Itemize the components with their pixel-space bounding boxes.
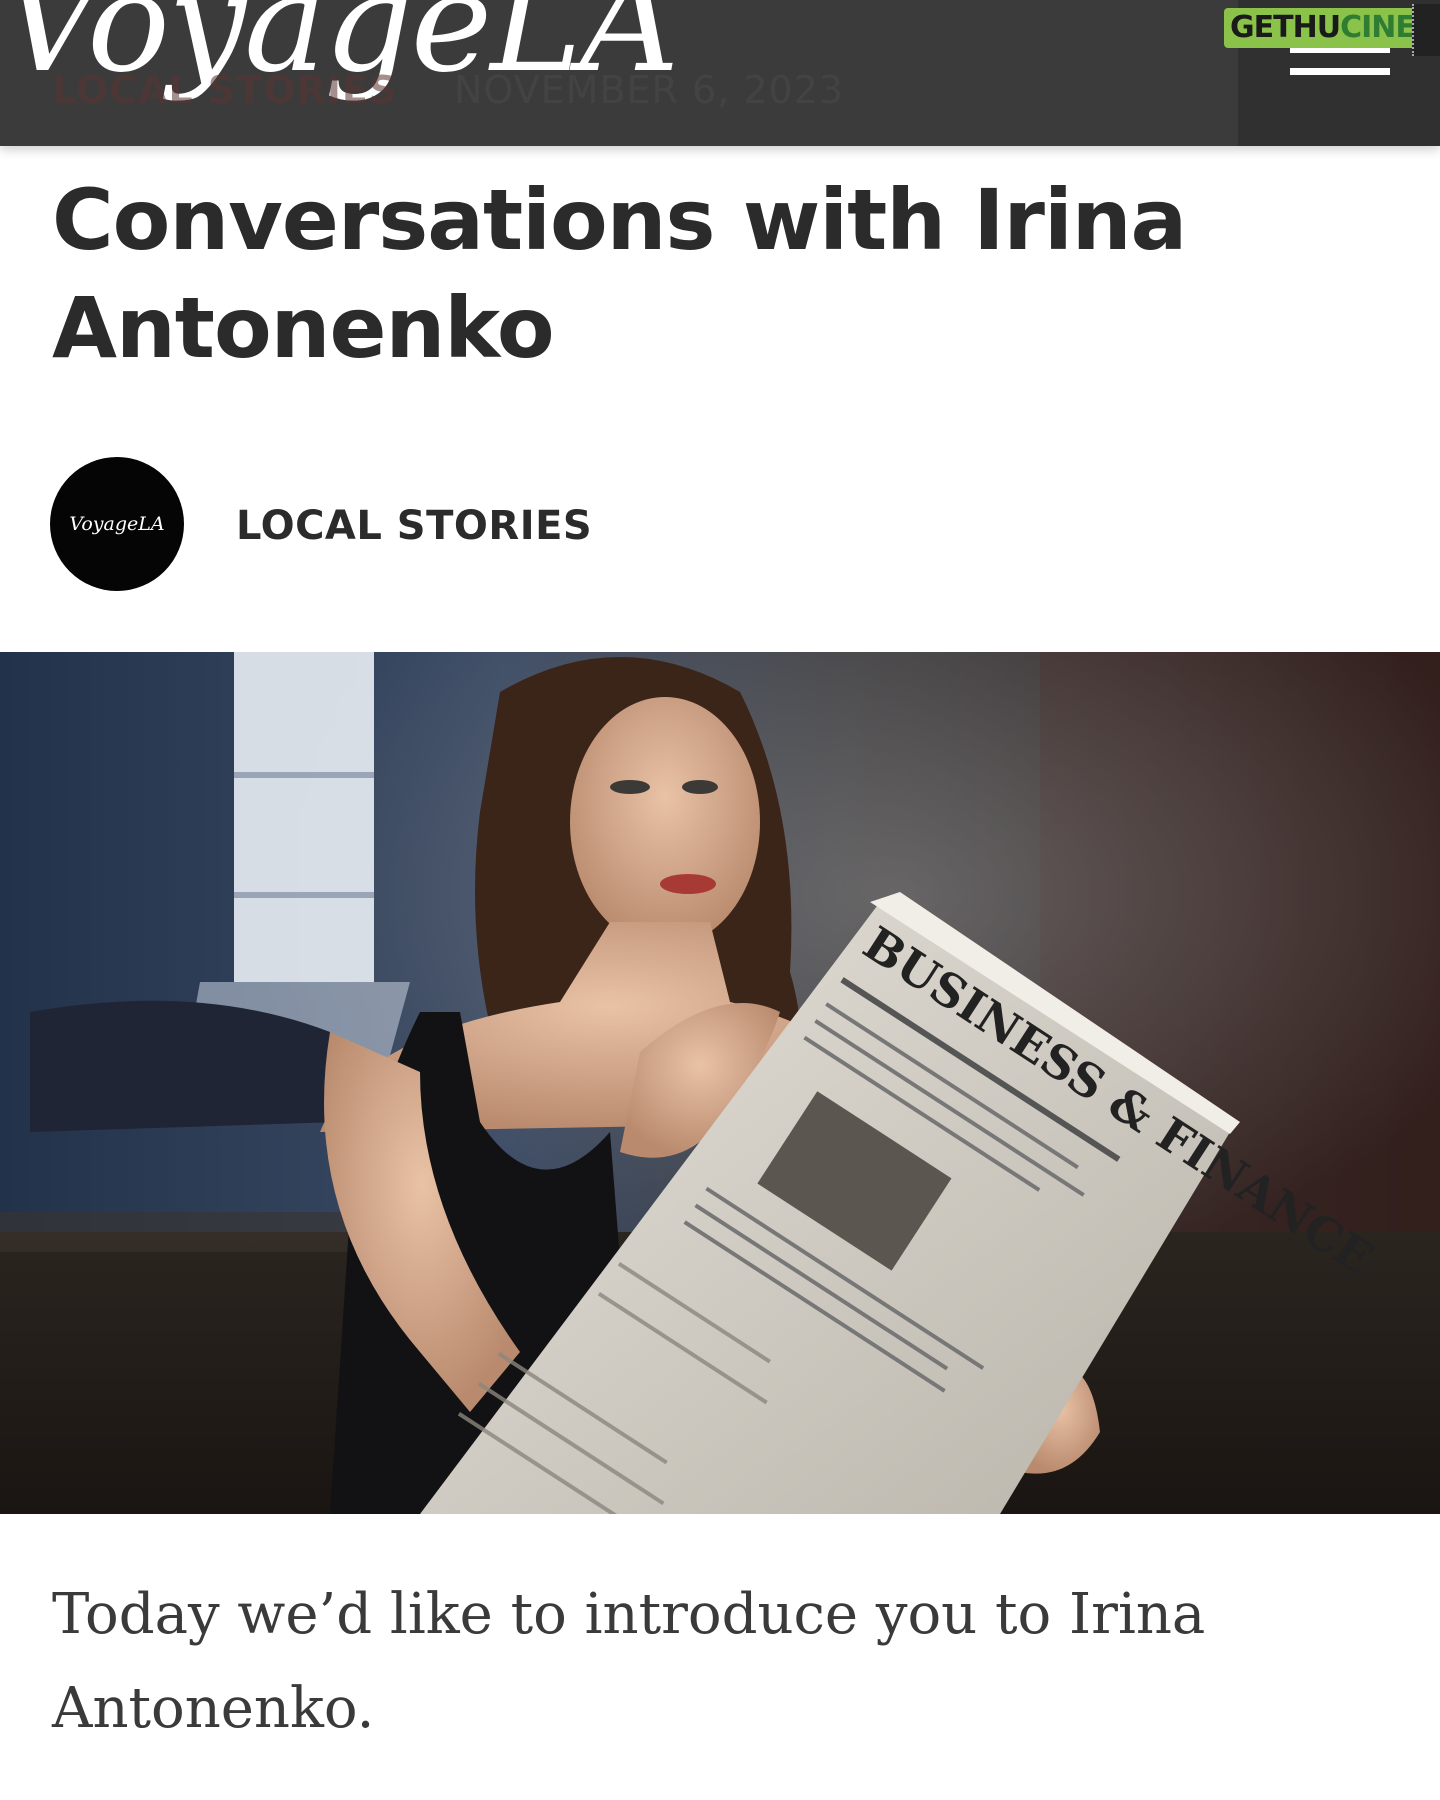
hamburger-menu-icon-bar [1290, 68, 1390, 75]
watermark-text-1: GETHU [1230, 10, 1341, 45]
avatar-logo-text: VoyageLA [69, 513, 165, 535]
site-header: VoyageLA LOCAL STORIES NOVEMBER 6, 2023 … [0, 0, 1440, 146]
header-date: NOVEMBER 6, 2023 [454, 68, 845, 112]
hero-image: BUSINESS & FINANCE [0, 652, 1440, 1514]
category-link[interactable]: LOCAL STORIES [236, 502, 592, 550]
article-title: Conversations with Irina Antonenko [52, 171, 1187, 377]
header-category[interactable]: LOCAL STORIES [52, 68, 397, 112]
channel-watermark: GETHUCINEMA [1224, 8, 1440, 48]
film-strip-icon [1412, 4, 1440, 56]
author-avatar[interactable]: VoyageLA [50, 457, 184, 591]
article-intro: Today we’d like to introduce you to Irin… [52, 1582, 1206, 1741]
hero-photo: BUSINESS & FINANCE [0, 652, 1440, 1514]
page: VoyageLA LOCAL STORIES NOVEMBER 6, 2023 … [0, 0, 1440, 1800]
